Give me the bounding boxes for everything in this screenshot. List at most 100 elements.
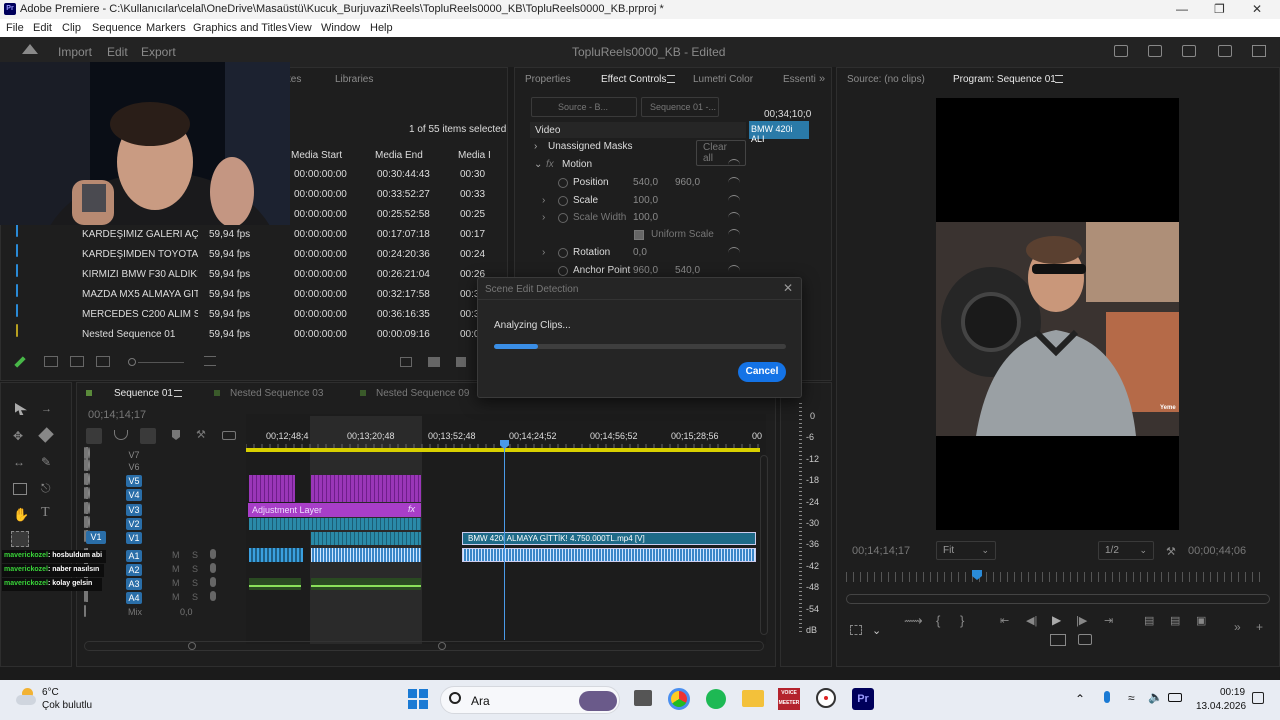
ec-prop-row[interactable]: › Scale Width 100,0 [530,209,746,227]
clock-date[interactable]: 13.04.2026 [1196,701,1246,712]
linked-selection-icon[interactable] [140,428,156,444]
tab-source[interactable]: Source: (no clips) [847,74,925,85]
timeline-vscroll[interactable] [760,455,768,635]
source-dropdown[interactable]: Source - B... [531,97,637,117]
premiere-taskbar-icon[interactable]: Pr [852,688,874,710]
tab-nested-03[interactable]: Nested Sequence 03 [230,388,323,399]
label-color-checkbox[interactable] [16,224,18,237]
clip-a3-right[interactable] [311,578,421,590]
ec-prop-value-1[interactable]: 100,0 [633,212,658,223]
slip-tool-icon[interactable]: ↔ [13,455,25,469]
col-media-end[interactable]: Media End [375,150,423,161]
nav-import[interactable]: Import [58,45,92,59]
pen-tool-icon[interactable]: ✎ [41,455,51,469]
clip-a1-left[interactable] [249,548,303,562]
project-item-row[interactable]: KIRMIZI BMW F30 ALDIK! 1. 59,94 fps 00:00:… [16,264,486,285]
timeline-scrollbar[interactable] [84,641,764,651]
razor-tool-icon[interactable] [38,427,54,443]
clip-v2[interactable] [249,518,421,530]
project-item-row[interactable]: Nested Sequence 01 59,94 fps 00:00:00:00 00… [16,324,486,345]
video-track-header[interactable]: V3 [84,502,246,517]
sequence-dropdown[interactable]: Sequence 01 -... [641,97,719,117]
eye-icon[interactable] [88,447,90,459]
add-marker-icon[interactable]: ⟿ [904,613,923,629]
mark-in-icon[interactable]: { [936,613,940,628]
scroll-handle-right[interactable] [438,642,446,650]
stopwatch-icon[interactable] [558,266,568,276]
type-tool-icon[interactable]: T [41,505,50,521]
ec-unassigned-masks[interactable]: › Unassigned Masks Clear all [530,138,746,166]
panel-menu-icon[interactable] [667,75,675,83]
minimize-icon[interactable]: — [1176,2,1188,16]
program-ruler[interactable] [846,572,1266,582]
tab-effect-controls[interactable]: Effect Controls [601,74,666,85]
ripple-edit-icon[interactable]: ✥ [13,429,23,443]
zoom-slider-handle[interactable] [128,358,136,366]
reset-icon[interactable] [728,229,740,239]
weather-desc[interactable]: Çok bulutlu [42,700,92,711]
tab-nested-09[interactable]: Nested Sequence 09 [376,388,469,399]
stopwatch-icon[interactable] [558,248,568,258]
ec-prop-row[interactable]: Position 540,0 960,0 [530,174,746,192]
new-item-icon[interactable] [456,357,466,367]
notification-bell-icon[interactable] [1252,692,1264,704]
weather-cloud-icon[interactable] [16,688,36,706]
stopwatch-icon[interactable] [558,196,568,206]
clip-v5-v4-left[interactable] [249,475,295,502]
track-label[interactable]: V1 [126,532,142,544]
video-track-header[interactable]: V2 [84,516,246,531]
insert-icon[interactable]: ▣ [1196,614,1206,627]
project-item-row[interactable]: KARDEŞİMDEN TOYOTA CO 59,94 fps 00:00:00:0… [16,244,486,265]
source-patch-v1[interactable]: V1 [86,531,106,544]
start-windows-icon[interactable] [408,689,428,709]
generative-tool-icon[interactable] [11,531,29,547]
audio-track-header[interactable]: A1 M S [84,548,246,563]
lock-icon[interactable] [84,605,86,617]
track-label[interactable]: A1 [126,550,142,562]
voicemeeter-icon[interactable]: VOICE MEETER [778,688,800,710]
video-track-header[interactable]: V4 [84,487,246,502]
ec-prop-row[interactable]: Uniform Scale [530,226,746,244]
label-color-checkbox[interactable] [16,324,18,337]
volume-icon[interactable]: 🔈 [1148,690,1163,704]
step-back-icon[interactable]: ◀| [1026,614,1037,627]
sort-icon[interactable] [204,356,216,366]
project-item-row[interactable]: MERCEDES C200 ALIM SÜRE 59,94 fps 00:00:00… [16,304,486,325]
maximize-icon[interactable]: ❐ [1214,2,1225,16]
nest-toggle-icon[interactable] [86,428,102,444]
scroll-handle-left[interactable] [188,642,196,650]
ec-prop-value-1[interactable]: 960,0 [633,265,658,276]
lift-icon[interactable]: ▤ [1144,614,1154,627]
list-view-icon[interactable] [44,356,58,367]
file-explorer-icon[interactable] [742,690,764,707]
menu-graphics[interactable]: Graphics and Titles [193,22,287,34]
project-item-row[interactable]: MAZDA MX5 ALMAYA GİTTİ 59,94 fps 00:00:00:… [16,284,486,305]
obs-icon[interactable] [816,688,836,708]
video-track-header[interactable]: V6 [84,459,246,474]
task-view-icon[interactable] [634,690,652,706]
track-select-icon[interactable]: → [41,403,52,415]
menu-file[interactable]: File [6,22,24,34]
captions-icon[interactable] [222,431,236,440]
tab-libraries[interactable]: Libraries [335,74,373,85]
eye-icon[interactable] [88,487,90,499]
adjustment-layer-clip[interactable]: Adjustment Layer fx [248,503,421,517]
label-color-checkbox[interactable] [16,284,18,297]
track-label[interactable]: A2 [126,564,142,576]
eye-icon[interactable] [88,459,90,471]
resolution-dropdown[interactable]: 1/2 ⌄ [1098,541,1154,560]
stopwatch-icon[interactable] [558,178,568,188]
close-icon[interactable]: ✕ [783,281,793,295]
fit-dropdown[interactable]: Fit ⌄ [936,541,996,560]
freeform-view-icon[interactable] [96,356,110,367]
label-color-checkbox[interactable] [16,304,18,317]
tab-essential[interactable]: Essenti [783,74,816,85]
clip-v1-bmw[interactable]: BMW 420i ALMAYA GİTTİK! 4.750.000TL.mp4 … [462,532,756,545]
col-media-start[interactable]: Media Start [291,150,342,161]
ec-prop-row[interactable]: › Rotation 0,0 [530,244,746,262]
camera-icon[interactable] [1078,634,1092,645]
program-timecode[interactable]: 00;14;14;17 [852,545,910,557]
eye-icon[interactable] [88,502,90,514]
safe-margins-icon[interactable] [850,625,862,635]
eye-icon[interactable] [88,473,90,485]
